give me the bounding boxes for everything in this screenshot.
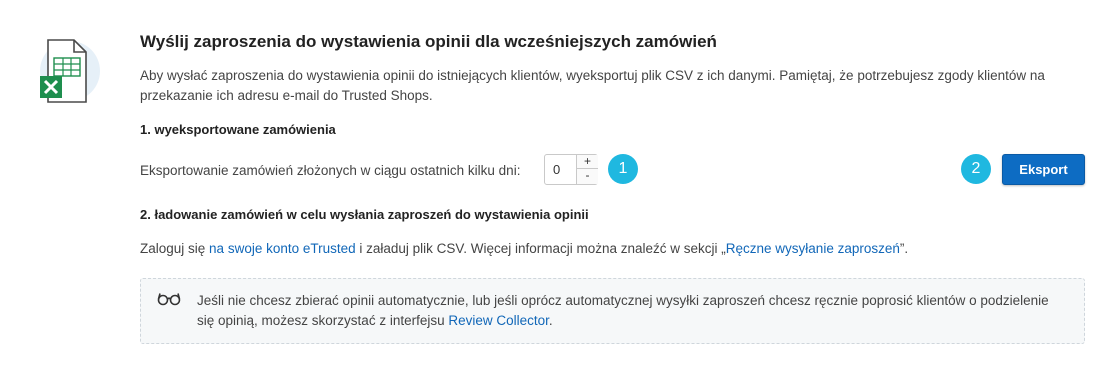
export-button[interactable]: Eksport <box>1002 154 1085 185</box>
etrusted-account-link[interactable]: na swoje konto eTrusted <box>209 241 356 256</box>
review-collector-link[interactable]: Review Collector <box>448 313 549 328</box>
upload-instructions: Zaloguj się na swoje konto eTrusted i za… <box>140 239 908 259</box>
tip-text: Jeśli nie chcesz zbierać opinii automaty… <box>197 291 1057 331</box>
manual-invites-link[interactable]: Ręczne wysyłanie zaproszeń <box>726 241 900 256</box>
step1-title: 1. wyeksportowane zamówienia <box>140 122 336 137</box>
excel-file-icon <box>26 38 110 104</box>
invite-section: Wyślij zaproszenia do wystawienia opinii… <box>140 30 1086 344</box>
days-label: Eksportowanie zamówień złożonych w ciągu… <box>140 163 521 178</box>
upload-text-before: Zaloguj się <box>140 241 210 256</box>
tip-box: Jeśli nie chcesz zbierać opinii automaty… <box>140 278 1085 344</box>
days-input[interactable] <box>545 155 577 184</box>
step-badge-1: 1 <box>608 154 638 184</box>
step-badge-2: 2 <box>961 154 991 184</box>
increment-button[interactable]: + <box>576 155 598 169</box>
section-intro: Aby wysłać zaproszenia do wystawienia op… <box>140 68 1045 103</box>
section-title: Wyślij zaproszenia do wystawienia opinii… <box>140 32 717 51</box>
glasses-icon <box>157 292 181 306</box>
upload-text-middle: i załaduj plik CSV. Więcej informacji mo… <box>355 241 726 256</box>
upload-text-after: ”. <box>899 241 909 256</box>
tip-text-after: . <box>548 313 553 328</box>
tip-text-body: Jeśli nie chcesz zbierać opinii automaty… <box>197 293 1049 328</box>
step2-title: 2. ładowanie zamówień w celu wysłania za… <box>140 207 589 222</box>
export-row: Eksportowanie zamówień złożonych w ciągu… <box>140 154 1086 186</box>
decrement-button[interactable]: - <box>576 169 598 184</box>
days-stepper: + - <box>544 154 598 185</box>
